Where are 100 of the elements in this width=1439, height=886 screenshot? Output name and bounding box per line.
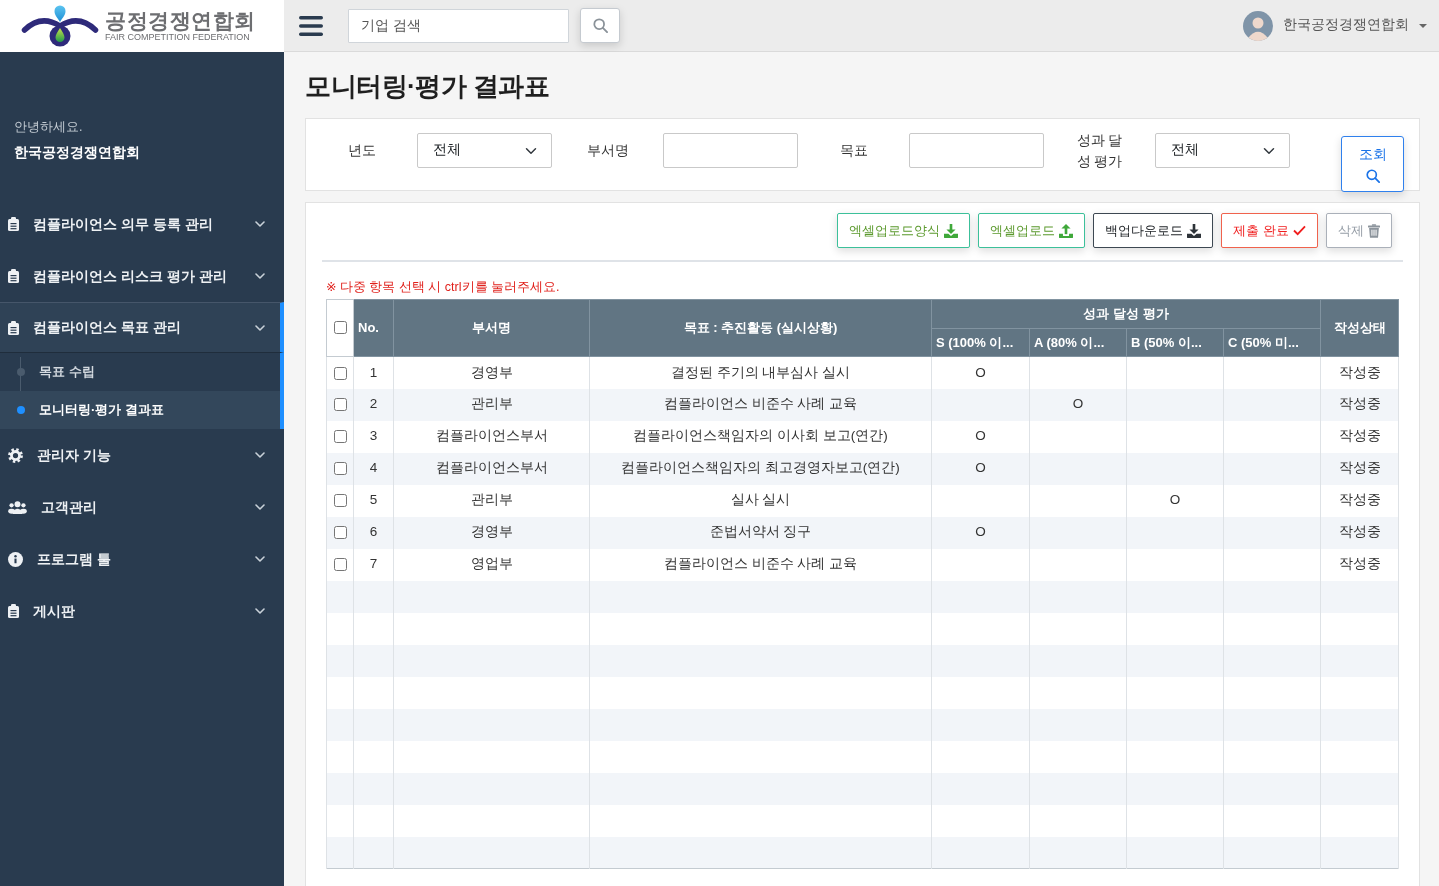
search-button[interactable] bbox=[580, 8, 620, 43]
table-cell: 관리부 bbox=[393, 388, 590, 421]
select-all-checkbox[interactable] bbox=[333, 320, 347, 334]
sidebar-menu-item[interactable]: 컴플라이언스 목표 관리 bbox=[0, 302, 284, 352]
user-menu[interactable]: 한국공정경쟁연합회 bbox=[1243, 10, 1427, 41]
sidebar-menu-item[interactable]: 고객관리 bbox=[0, 481, 284, 533]
sidebar-menu-item[interactable]: 게시판 bbox=[0, 585, 284, 637]
table-cell: 경영부 bbox=[393, 356, 590, 389]
excel-template-button[interactable]: 엑셀업로드양식 bbox=[837, 213, 971, 248]
table-cell: 컴플라이언스책임자의 이사회 보고(연간) bbox=[589, 420, 932, 453]
column-header[interactable]: No. bbox=[353, 299, 394, 357]
table-cell: 3 bbox=[353, 420, 394, 453]
column-header[interactable]: 부서명 bbox=[393, 299, 590, 357]
row-checkbox[interactable] bbox=[333, 494, 347, 508]
row-checkbox[interactable] bbox=[333, 558, 347, 572]
submit-button[interactable]: 제출 완료 bbox=[1221, 213, 1318, 248]
table-cell: 결정된 주기의 내부심사 실시 bbox=[589, 356, 932, 389]
table-cell: 컴플라이언스 비준수 사례 교육 bbox=[589, 548, 932, 581]
table-row[interactable]: 2 관리부 컴플라이언스 비준수 사례 교육 O 작성중 bbox=[326, 388, 1399, 421]
table-cell: 6 bbox=[353, 516, 394, 549]
logo-subtitle-text: FAIR COMPETITION FEDERATION bbox=[105, 32, 251, 43]
query-button[interactable]: 조회 bbox=[1341, 136, 1404, 192]
table-cell: 컴플라이언스부서 bbox=[393, 452, 590, 485]
table-cell: 1 bbox=[353, 356, 394, 389]
table-cell: O bbox=[1029, 388, 1127, 421]
table-cell: O bbox=[931, 452, 1030, 485]
sidebar-menu-item[interactable]: 컴플라이언스 리스크 평가 관리 bbox=[0, 250, 284, 302]
note-text: ※ 다중 항목 선택 시 ctrl키를 눌러주세요. bbox=[326, 279, 560, 296]
excel-upload-button[interactable]: 엑셀업로드 bbox=[978, 213, 1086, 248]
table-row[interactable]: 4 컴플라이언스부서 컴플라이언스책임자의 최고경영자보고(연간) O 작성중 bbox=[326, 452, 1399, 485]
sidebar-menu-item[interactable]: 컴플라이언스 의무 등록 관리 bbox=[0, 198, 284, 250]
table-row[interactable]: 3 컴플라이언스부서 컴플라이언스책임자의 이사회 보고(연간) O 작성중 bbox=[326, 420, 1399, 453]
filter-label: 목표 bbox=[839, 142, 868, 160]
sidebar-menu-item[interactable]: 관리자 기능 bbox=[0, 429, 284, 481]
submenu-item[interactable]: 목표 수립 bbox=[0, 353, 280, 391]
chevron-down-icon bbox=[255, 324, 265, 331]
table-cell: 7 bbox=[353, 548, 394, 581]
gear-icon bbox=[8, 447, 23, 463]
info-icon bbox=[8, 551, 23, 567]
table-cell: 5 bbox=[353, 484, 394, 517]
search-icon bbox=[592, 18, 608, 33]
filter-select[interactable]: 전체 bbox=[1155, 133, 1290, 168]
greeting-text: 안녕하세요. bbox=[14, 119, 83, 136]
table-cell: O bbox=[931, 516, 1030, 549]
table-cell: 컴플라이언스책임자의 최고경영자보고(연간) bbox=[589, 452, 932, 485]
chevron-down-icon bbox=[255, 608, 265, 614]
clipboard-icon bbox=[8, 604, 19, 618]
filter-select[interactable]: 전체 bbox=[417, 133, 552, 168]
table-cell: 영업부 bbox=[393, 548, 590, 581]
backup-download-button[interactable]: 백업다운로드 bbox=[1093, 213, 1214, 248]
chevron-down-icon bbox=[255, 221, 265, 227]
menu-icon[interactable] bbox=[299, 15, 323, 36]
filter-label: 부서명 bbox=[586, 142, 629, 160]
caret-down-icon bbox=[1419, 23, 1427, 28]
submenu-item[interactable]: 모니터링·평가 결과표 bbox=[0, 391, 280, 429]
filter-input[interactable] bbox=[909, 133, 1044, 168]
chevron-down-icon bbox=[255, 273, 265, 279]
upload-icon bbox=[1059, 223, 1074, 238]
column-header[interactable]: 목표 : 추진활동 (실시상황) bbox=[589, 299, 932, 357]
column-group-header: 성과 달성 평가 bbox=[931, 299, 1321, 329]
page-title: 모니터링·평가 결과표 bbox=[305, 70, 550, 102]
column-header[interactable]: 작성상태 bbox=[1320, 299, 1399, 357]
table-cell: 실사 실시 bbox=[589, 484, 932, 517]
sidebar-menu-item[interactable]: 프로그램 툴 bbox=[0, 533, 284, 585]
row-checkbox[interactable] bbox=[333, 366, 347, 380]
table-cell: 작성중 bbox=[1320, 420, 1399, 453]
trash-icon bbox=[1368, 223, 1380, 238]
logo-name-text: 공정경쟁연합회 bbox=[105, 9, 256, 32]
table-cell: 작성중 bbox=[1320, 452, 1399, 485]
chevron-down-icon bbox=[255, 556, 265, 562]
table-row[interactable]: 5 관리부 실사 실시 O 작성중 bbox=[326, 484, 1399, 517]
row-checkbox[interactable] bbox=[333, 526, 347, 540]
filter-label: 성과 달성 평가 bbox=[1076, 131, 1123, 171]
clipboard-icon bbox=[8, 217, 19, 231]
table-cell: 작성중 bbox=[1320, 548, 1399, 581]
table-row[interactable]: 7 영업부 컴플라이언스 비준수 사례 교육 작성중 bbox=[326, 548, 1399, 581]
table-cell: O bbox=[931, 420, 1030, 453]
table-row[interactable]: 6 경영부 준법서약서 징구 O 작성중 bbox=[326, 516, 1399, 549]
table-cell: 작성중 bbox=[1320, 484, 1399, 517]
row-checkbox[interactable] bbox=[333, 398, 347, 412]
column-header[interactable]: A (80% 이... bbox=[1029, 328, 1127, 357]
table-cell: O bbox=[931, 356, 1030, 389]
table-cell: 컴플라이언스부서 bbox=[393, 420, 590, 453]
table-row[interactable]: 1 경영부 결정된 주기의 내부심사 실시 O 작성중 bbox=[326, 356, 1399, 389]
search-icon bbox=[1365, 168, 1380, 183]
table-cell: 경영부 bbox=[393, 516, 590, 549]
row-checkbox[interactable] bbox=[333, 430, 347, 444]
emblem-logo-icon bbox=[21, 5, 99, 47]
row-checkbox[interactable] bbox=[333, 462, 347, 476]
column-header[interactable]: B (50% 이... bbox=[1126, 328, 1224, 357]
chevron-down-icon bbox=[255, 504, 265, 510]
column-header[interactable]: S (100% 이... bbox=[931, 328, 1030, 357]
column-header[interactable]: C (50% 미... bbox=[1223, 328, 1321, 357]
filter-input[interactable] bbox=[663, 133, 798, 168]
avatar-icon bbox=[1243, 10, 1273, 41]
search-field[interactable]: 기업 검색 bbox=[348, 8, 569, 43]
clipboard-icon bbox=[8, 320, 19, 335]
table-cell: 작성중 bbox=[1320, 388, 1399, 421]
table-cell: 준법서약서 징구 bbox=[589, 516, 932, 549]
table-cell: 2 bbox=[353, 388, 394, 421]
